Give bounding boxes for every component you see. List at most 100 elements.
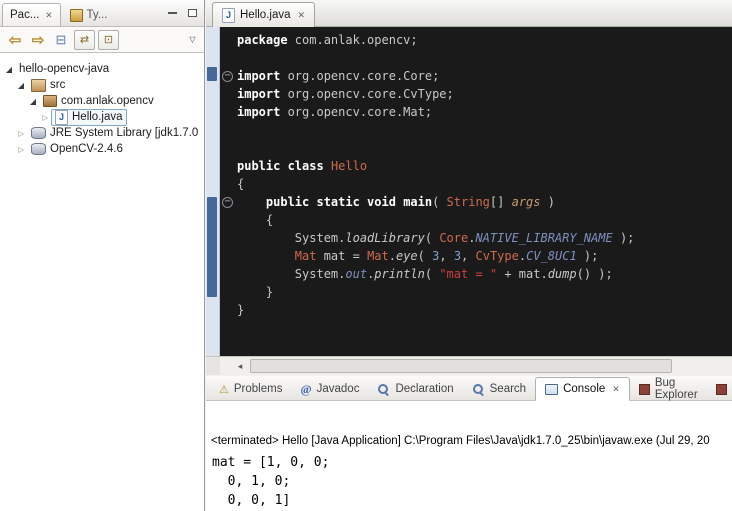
expand-arrow-icon[interactable]: ▷ [15, 145, 27, 154]
tree-item-hello-opencv-java[interactable]: ◢hello-opencv-java [0, 61, 204, 77]
code-line: import org.opencv.core.CvType; [220, 85, 732, 103]
src-folder-icon [31, 79, 46, 92]
fold-collapse-icon[interactable]: − [222, 71, 233, 82]
code-line: } [220, 301, 732, 319]
expand-arrow-icon[interactable]: ▷ [15, 129, 27, 138]
eclipse-window: Pac... ✕ Ty... ⇦⇨⊟⇄⊡ ▽ ◢hello-opencv-java… [0, 0, 732, 511]
tab-javadoc[interactable]: @Javadoc [291, 378, 368, 400]
declaration-icon [377, 383, 390, 396]
collapse-all-icon[interactable]: ⊟ [51, 30, 71, 50]
console-line: mat = [1, 0, 0; [212, 453, 732, 472]
editor-body: package com.anlak.opencv;−import org.ope… [206, 27, 732, 357]
code-line-text: } [237, 283, 273, 301]
code-line: System.out.println( "mat = " + mat.dump(… [220, 265, 732, 283]
tree-item-body: com.anlak.opencv [39, 93, 158, 110]
tab-bug[interactable]: Bug [707, 378, 732, 400]
expand-arrow-icon[interactable]: ▷ [39, 113, 51, 122]
collapse-arrow-icon[interactable]: ◢ [3, 65, 15, 74]
fold-gutter [220, 139, 237, 157]
tree-item-src[interactable]: ◢ src [0, 77, 204, 93]
package-explorer-toolbar: ⇦⇨⊟⇄⊡ ▽ [0, 27, 204, 53]
horizontal-scrollbar[interactable]: ◂ [220, 356, 732, 375]
collapse-arrow-icon[interactable]: ◢ [27, 97, 39, 106]
code-line-text: import org.opencv.core.Core; [237, 67, 439, 85]
link-editor-icon[interactable]: ⇄ [74, 30, 95, 50]
tab-label: Bug Explorer [655, 377, 698, 401]
minimize-icon[interactable] [166, 7, 178, 19]
fold-gutter [220, 121, 237, 139]
bottom-panel: ⚠ Problems @JavadocDeclaration Search Consol… [206, 376, 732, 511]
search-icon [472, 383, 485, 396]
code-editor[interactable]: package com.anlak.opencv;−import org.ope… [220, 27, 732, 357]
scrollbar-thumb[interactable] [250, 359, 672, 373]
code-line-text: System.out.println( "mat = " + mat.dump(… [237, 265, 613, 283]
editor-tab-hello-java[interactable]: J Hello.java ✕ [212, 2, 315, 27]
editor-tabbar: J Hello.java ✕ [206, 0, 732, 27]
fold-gutter [220, 31, 237, 49]
tab-label: Search [490, 383, 526, 395]
tab-package-explorer[interactable]: Pac... ✕ [2, 3, 61, 26]
fold-range-mark [207, 67, 217, 81]
tree-item-label: src [50, 79, 65, 91]
code-line-text: System.loadLibrary( Core.NATIVE_LIBRARY_… [237, 229, 634, 247]
code-line-text: Mat mat = Mat.eye( 3, 3, CvType.CV_8UC1 … [237, 247, 598, 265]
problems-icon: ⚠ [219, 383, 229, 396]
console-line: 0, 1, 0; [212, 472, 732, 491]
package-icon [43, 95, 57, 107]
tab-problems[interactable]: ⚠ Problems [210, 378, 291, 400]
close-icon[interactable]: ✕ [45, 10, 52, 21]
fold-collapse-icon[interactable]: − [222, 197, 233, 208]
tree-item-hello-java[interactable]: ▷JHello.java [0, 109, 204, 125]
annotation-ruler [206, 27, 220, 357]
code-line-text: import org.opencv.core.CvType; [237, 85, 454, 103]
code-line: import org.opencv.core.Mat; [220, 103, 732, 121]
tree-item-label: JRE System Library [jdk1.7.0 [50, 127, 198, 139]
code-line-text: public static void main( String[] args ) [237, 193, 555, 211]
tree-item-opencv-2-4-6[interactable]: ▷OpenCV-2.4.6 [0, 141, 204, 157]
collapse-arrow-icon[interactable]: ◢ [15, 81, 27, 90]
tab-bug-explorer[interactable]: Bug Explorer [630, 378, 707, 400]
code-line [220, 49, 732, 67]
package-explorer-panel: Pac... ✕ Ty... ⇦⇨⊟⇄⊡ ▽ ◢hello-opencv-java… [0, 0, 205, 511]
focus-icon[interactable]: ⊡ [98, 30, 119, 50]
tab-label: Ty... [87, 9, 108, 21]
code-line: { [220, 211, 732, 229]
library-icon [31, 127, 46, 139]
tab-label: Problems [234, 383, 283, 395]
fold-gutter [220, 103, 237, 121]
tab-console[interactable]: Console ✕ [535, 377, 630, 401]
code-line [220, 139, 732, 157]
java-file-icon: J [222, 8, 235, 23]
close-icon[interactable]: ✕ [612, 384, 620, 395]
tree-item-com-anlak-opencv[interactable]: ◢ com.anlak.opencv [0, 93, 204, 109]
code-line-text: public class Hello [237, 157, 367, 175]
view-menu-icon[interactable]: ▽ [186, 30, 199, 50]
fold-gutter [220, 247, 237, 265]
fold-gutter: − [220, 193, 237, 211]
tab-type-hierarchy[interactable]: Ty... [62, 3, 116, 26]
tab-declaration[interactable]: Declaration [368, 378, 462, 400]
restore-icon[interactable] [186, 7, 198, 19]
panel-buttons [166, 7, 198, 19]
tree-item-body: JHello.java [51, 109, 127, 126]
code-line [220, 121, 732, 139]
tree-item-body: OpenCV-2.4.6 [27, 141, 127, 158]
fold-range-mark [207, 197, 217, 297]
fold-gutter [220, 85, 237, 103]
javadoc-icon: @ [300, 382, 311, 397]
tree-item-body: JRE System Library [jdk1.7.0 [27, 125, 202, 142]
console-output: mat = [1, 0, 0; 0, 1, 0; 0, 0, 1] [212, 453, 732, 510]
forward-icon[interactable]: ⇨ [28, 30, 48, 50]
right-side: J Hello.java ✕ package com.anlak.opencv;… [206, 0, 732, 511]
back-icon[interactable]: ⇦ [5, 30, 25, 50]
tab-search[interactable]: Search [463, 378, 535, 400]
console-line: 0, 0, 1] [212, 491, 732, 510]
close-icon[interactable]: ✕ [298, 10, 306, 21]
console-icon [545, 384, 558, 395]
tab-label: Console [563, 383, 605, 395]
tree-item-label: com.anlak.opencv [61, 95, 154, 107]
scroll-left-icon[interactable]: ◂ [232, 361, 248, 372]
code-line-text: { [237, 175, 244, 193]
tab-label: Pac... [10, 9, 39, 21]
tree-item-jre-system-library-jdk1-7-0[interactable]: ▷ JRE System Library [jdk1.7.0 [0, 125, 204, 141]
